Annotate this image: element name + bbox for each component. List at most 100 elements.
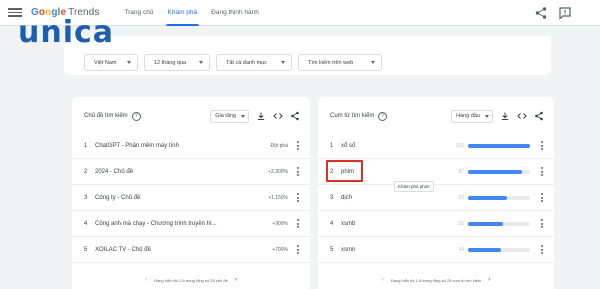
interest-bar-track [468, 169, 530, 174]
interest-bar-fill [468, 221, 503, 226]
interest-bar-fill [468, 195, 508, 200]
chevron-right-icon[interactable]: › [235, 277, 237, 283]
tab-kham-pha[interactable]: Khám phá [161, 0, 205, 26]
row-rank: 5 [330, 246, 334, 253]
more-vert-icon[interactable] [296, 193, 300, 202]
interest-bar-track [468, 143, 530, 148]
row-value: +2.300% [268, 168, 288, 175]
filter-search-type-label: Tìm kiếm trên web [308, 59, 354, 66]
row-label[interactable]: Công ty - Chủ đề [95, 195, 140, 201]
filter-time[interactable]: 12 tháng qua [144, 54, 210, 71]
interest-bar-fill [468, 143, 530, 148]
chevron-left-icon[interactable]: ‹ [145, 277, 147, 283]
share-icon[interactable] [290, 111, 300, 121]
chevron-right-icon[interactable]: › [488, 277, 490, 283]
sort-select[interactable]: Gia tăng [210, 109, 249, 123]
row-label[interactable]: dịch [341, 195, 352, 201]
tab-trang-chu[interactable]: Trang chủ [117, 0, 160, 26]
table-row[interactable]: 2 2024 - Chủ đề +2.300% [72, 159, 310, 185]
more-vert-icon[interactable] [540, 167, 544, 176]
chevron-down-icon [241, 114, 245, 118]
download-icon[interactable] [500, 111, 510, 121]
tab-dang-thinh-hanh[interactable]: Đang thịnh hành [204, 0, 266, 26]
panel-title: Cụm từ tìm kiếm [330, 113, 375, 119]
bar-value: 54 [458, 246, 464, 253]
table-row[interactable]: 4 Công anh mà chạy - Chương trình truyền… [72, 211, 310, 237]
bar-value: 63 [458, 194, 464, 201]
main-nav: Trang chủ Khám phá Đang thịnh hành [117, 0, 265, 26]
related-queries-panel: Cụm từ tìm kiếm ? Hàng đầu 1 xổ số 100 2 phi… [318, 97, 554, 289]
chevron-left-icon[interactable]: ‹ [382, 277, 384, 283]
row-label[interactable]: Công anh mà chạy - Chương trình truyền h… [95, 221, 217, 227]
embed-code-icon[interactable] [273, 111, 283, 121]
more-vert-icon[interactable] [540, 245, 544, 254]
more-vert-icon[interactable] [296, 245, 300, 254]
row-value: +700% [272, 246, 288, 253]
table-row[interactable]: 4 xsmb 56 [318, 211, 554, 237]
pagination-label: Đang hiển thị 1-5 trong tổng số 25 cụm t… [390, 277, 482, 283]
filter-search-type[interactable]: Tìm kiếm trên web [298, 54, 382, 71]
share-icon[interactable] [534, 111, 544, 121]
panel-header: Cụm từ tìm kiếm ? Hàng đầu [330, 109, 544, 123]
help-icon[interactable]: ? [131, 111, 141, 121]
highlight-box [326, 160, 363, 182]
bar-value: 100 [455, 142, 464, 149]
filter-time-label: 12 tháng qua [154, 59, 187, 66]
chevron-down-icon [371, 61, 375, 64]
interest-bar-track [468, 195, 530, 200]
more-vert-icon[interactable] [540, 141, 544, 150]
row-rank: 1 [330, 142, 334, 149]
interest-bar-fill [468, 169, 522, 174]
filter-region-label: Việt Nam [94, 59, 117, 66]
more-vert-icon[interactable] [296, 219, 300, 228]
bar-value: 56 [458, 220, 464, 227]
interest-bar-fill [468, 247, 502, 252]
row-rank: 3 [330, 194, 334, 201]
bar-value: 87 [458, 168, 464, 175]
row-label[interactable]: XOILAC TV - Chủ đề [95, 247, 151, 253]
row-label[interactable]: xsmn [341, 247, 355, 253]
filter-region[interactable]: Việt Nam [84, 54, 138, 71]
row-rank: 3 [84, 194, 88, 201]
sort-select-label: Hàng đầu [456, 113, 480, 119]
more-vert-icon[interactable] [540, 193, 544, 202]
row-rank: 4 [84, 220, 88, 227]
chevron-down-icon [199, 61, 203, 64]
row-label[interactable]: ChatGPT - Phần mềm máy tính [95, 143, 179, 149]
pagination-label: Đang hiển thị 1-5 trong tổng số 25 chủ đ… [154, 277, 228, 283]
row-rank: 1 [84, 142, 88, 149]
row-label[interactable]: xổ số [341, 143, 355, 149]
help-icon[interactable]: ? [378, 111, 388, 121]
filter-category-label: Tất cả danh mục [226, 59, 267, 66]
share-icon[interactable] [534, 6, 548, 20]
table-row[interactable]: 3 Công ty - Chủ đề +1.150% [72, 185, 310, 211]
feedback-icon[interactable] [558, 6, 572, 20]
tooltip: Khám phá phim [394, 181, 434, 192]
interest-bar-track [468, 221, 530, 226]
row-rank: 4 [330, 220, 334, 227]
row-label[interactable]: 2024 - Chủ đề [95, 169, 133, 175]
table-row[interactable]: 1 xổ số 100 [318, 133, 554, 159]
table-row[interactable]: 5 XOILAC TV - Chủ đề +700% [72, 237, 310, 263]
filter-category[interactable]: Tất cả danh mục [216, 54, 292, 71]
pagination: ‹ Đang hiển thị 1-5 trong tổng số 25 chủ… [72, 277, 310, 283]
more-vert-icon[interactable] [540, 219, 544, 228]
row-label[interactable]: xsmb [341, 221, 355, 227]
table-row[interactable]: 1 ChatGPT - Phần mềm máy tính Đột phá [72, 133, 310, 159]
download-icon[interactable] [256, 111, 266, 121]
row-value: +1.150% [268, 194, 288, 201]
more-vert-icon[interactable] [296, 141, 300, 150]
table-row[interactable]: 3 dịch 63 [318, 185, 554, 211]
row-value: +900% [272, 220, 288, 227]
table-row[interactable]: 5 xsmn 54 [318, 237, 554, 263]
row-value: Đột phá [270, 142, 288, 149]
more-vert-icon[interactable] [296, 167, 300, 176]
unica-watermark: unica [18, 15, 114, 50]
embed-code-icon[interactable] [517, 111, 527, 121]
panel-header: Chủ đề tìm kiếm ? Gia tăng [84, 109, 300, 123]
row-rank: 5 [84, 246, 88, 253]
chevron-down-icon [281, 61, 285, 64]
sort-select[interactable]: Hàng đầu [451, 109, 493, 123]
related-topics-panel: Chủ đề tìm kiếm ? Gia tăng 1 ChatGPT - P… [72, 97, 310, 289]
chevron-down-icon [485, 114, 489, 118]
